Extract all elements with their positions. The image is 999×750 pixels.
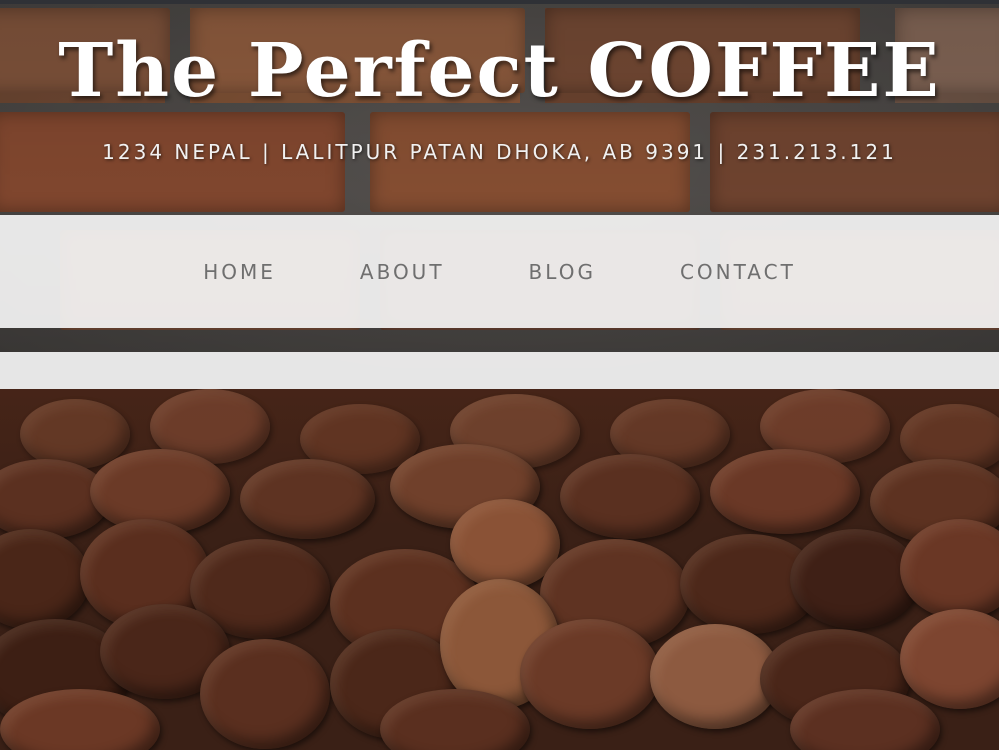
nav-home-link[interactable]: HOME — [161, 250, 318, 294]
site-title: The Perfect COFFEE — [58, 28, 941, 114]
coffee-beans-hero-image — [0, 389, 999, 750]
coffee-bean — [240, 459, 375, 539]
coffee-bean — [710, 449, 860, 534]
nav-about-link[interactable]: ABOUT — [318, 250, 487, 294]
nav-blog-link[interactable]: BLOG — [487, 250, 638, 294]
coffee-bean — [200, 639, 330, 749]
coffee-bean — [520, 619, 660, 729]
top-border — [0, 0, 999, 4]
main-navigation: HOME ABOUT BLOG CONTACT — [0, 215, 999, 328]
coffee-bean — [900, 609, 999, 709]
coffee-bean — [0, 529, 90, 629]
page: The Perfect COFFEE 1234 NEPAL | LALITPUR… — [0, 0, 999, 750]
coffee-bean — [560, 454, 700, 539]
nav-contact-link[interactable]: CONTACT — [638, 250, 838, 294]
header-divider-strip — [0, 352, 999, 389]
site-address: 1234 NEPAL | LALITPUR PATAN DHOKA, AB 93… — [102, 140, 897, 164]
